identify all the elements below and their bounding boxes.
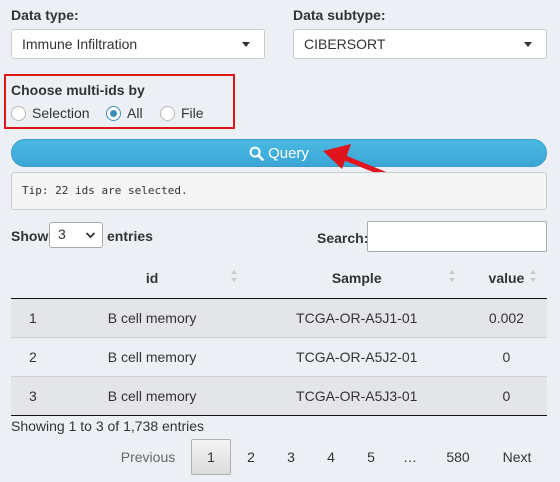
table-row[interactable]: 2 B cell memory TCGA-OR-A5J2-01 0: [11, 337, 547, 377]
tip-box: Tip: 22 ids are selected.: [11, 172, 547, 210]
column-header-index[interactable]: [11, 258, 57, 299]
radio-file-label: File: [181, 105, 204, 121]
search-label: Search:: [317, 230, 369, 246]
cell-value: 0: [465, 337, 547, 377]
radio-all-label: All: [127, 105, 143, 121]
data-type-label: Data type:: [11, 7, 79, 23]
cell-id: B cell memory: [56, 337, 248, 377]
data-type-value: Immune Infiltration: [22, 36, 138, 52]
radio-circle-checked[interactable]: [106, 105, 121, 121]
data-subtype-value: CIBERSORT: [304, 36, 386, 52]
data-subtype-select[interactable]: CIBERSORT: [293, 29, 547, 59]
pagination-page-3[interactable]: 3: [273, 439, 309, 475]
pagination-ellipsis: …: [403, 449, 417, 465]
cell-sample: TCGA-OR-A5J3-01: [247, 376, 466, 416]
query-button-label: Query: [268, 144, 309, 162]
pagination-page-580[interactable]: 580: [436, 439, 480, 475]
cell-sample: TCGA-OR-A5J1-01: [247, 298, 466, 338]
caret-down-icon: [242, 42, 250, 47]
pagination-next[interactable]: Next: [494, 439, 540, 475]
caret-down-icon: [524, 42, 532, 47]
radio-file[interactable]: File: [160, 105, 204, 121]
cell-index: 1: [11, 298, 57, 338]
radio-circle[interactable]: [160, 105, 175, 121]
search-icon: [249, 146, 264, 161]
cell-id: B cell memory: [56, 376, 248, 416]
pagination-page-4[interactable]: 4: [313, 439, 349, 475]
radio-selection-label: Selection: [32, 105, 90, 121]
query-button[interactable]: Query: [11, 139, 547, 167]
cell-sample: TCGA-OR-A5J2-01: [247, 337, 466, 377]
entries-length-value: 3: [58, 226, 66, 242]
multi-ids-label: Choose multi-ids by: [11, 82, 145, 98]
data-type-select[interactable]: Immune Infiltration: [11, 29, 265, 59]
cell-id: B cell memory: [56, 298, 248, 338]
pagination-page-5[interactable]: 5: [353, 439, 389, 475]
table-info: Showing 1 to 3 of 1,738 entries: [11, 418, 205, 434]
sort-icon: [230, 270, 238, 284]
show-label: Show: [11, 228, 49, 244]
data-subtype-label: Data subtype:: [293, 7, 386, 23]
sort-icon: [530, 270, 537, 284]
sort-icon: [448, 270, 456, 284]
table-row[interactable]: 3 B cell memory TCGA-OR-A5J3-01 0: [11, 376, 547, 416]
pagination-previous[interactable]: Previous: [108, 439, 188, 475]
column-header-value[interactable]: value: [465, 258, 547, 299]
cell-value: 0: [465, 376, 547, 416]
pagination-page-2[interactable]: 2: [233, 439, 269, 475]
chevron-down-icon: [85, 232, 96, 239]
cell-index: 3: [11, 376, 57, 416]
radio-circle[interactable]: [11, 105, 26, 121]
radio-all[interactable]: All: [106, 105, 143, 121]
column-header-id[interactable]: id: [56, 258, 248, 299]
column-header-sample[interactable]: Sample: [247, 258, 466, 299]
cell-value: 0.002: [465, 298, 547, 338]
pagination-page-1[interactable]: 1: [191, 439, 231, 475]
data-table: id Sample value 1 B cell memory TCGA-OR-…: [11, 258, 547, 416]
table-header-row: id Sample value: [11, 258, 547, 299]
entries-length-select[interactable]: 3: [49, 222, 103, 248]
entries-label: entries: [107, 228, 153, 244]
cell-index: 2: [11, 337, 57, 377]
radio-selection[interactable]: Selection: [11, 105, 90, 121]
search-input[interactable]: [367, 221, 547, 252]
table-row[interactable]: 1 B cell memory TCGA-OR-A5J1-01 0.002: [11, 298, 547, 338]
